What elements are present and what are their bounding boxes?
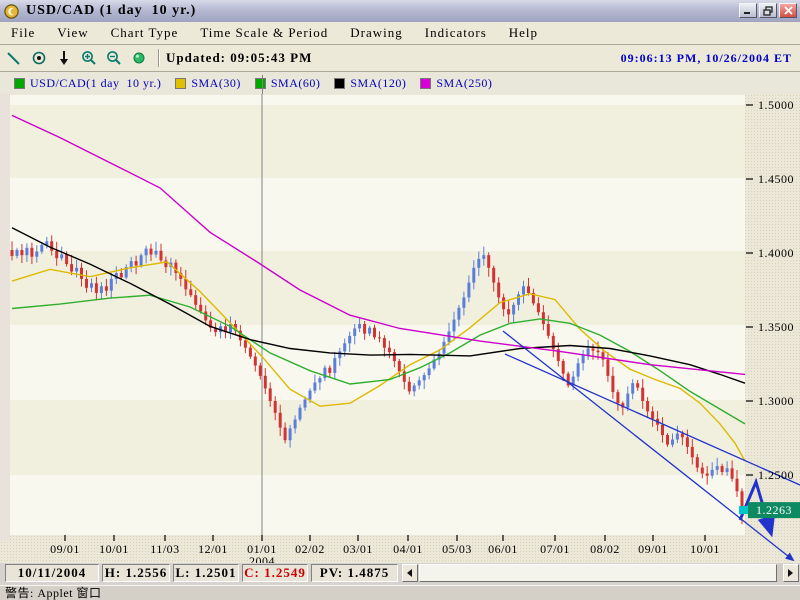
legend-item: SMA(30) — [175, 76, 241, 91]
line-tool-icon — [6, 50, 22, 66]
crosshair-icon — [31, 50, 47, 66]
legend-item: SMA(120) — [334, 76, 406, 91]
zoom-in-button[interactable] — [78, 49, 100, 67]
close-icon — [784, 6, 793, 15]
window-title: USD/CAD (1 day 10 yr.) — [26, 3, 196, 19]
legend-label: SMA(120) — [350, 76, 406, 91]
toolbar-separator — [158, 49, 160, 67]
svg-text:11/03: 11/03 — [150, 542, 179, 556]
svg-text:04/01: 04/01 — [393, 542, 423, 556]
menu-item-time-scale-period[interactable]: Time Scale & Period — [189, 25, 339, 41]
quote-date: 10/11/2004 — [5, 564, 99, 582]
menu-item-drawing[interactable]: Drawing — [339, 25, 414, 41]
svg-text:06/01: 06/01 — [488, 542, 518, 556]
legend-item: SMA(250) — [420, 76, 492, 91]
green-ball-icon — [133, 52, 145, 64]
legend-swatch — [175, 78, 186, 89]
app-window: { "window": { "title": "USD/CAD (1 day 1… — [0, 0, 800, 600]
menu-item-chart-type[interactable]: Chart Type — [100, 25, 190, 41]
quote-high: H: 1.2556 — [102, 564, 170, 582]
last-price-marker — [739, 506, 748, 514]
svg-text:1.3500: 1.3500 — [758, 320, 794, 334]
plot-background — [0, 94, 745, 541]
scroll-left-icon — [407, 569, 413, 577]
horizontal-scrollbar[interactable] — [402, 564, 799, 582]
server-clock: 09:06:13 PM, 10/26/2004 ET — [621, 51, 792, 66]
toolbar: Updated: 09:05:43 PM 09:06:13 PM, 10/26/… — [0, 45, 800, 72]
scroll-right-button[interactable] — [783, 564, 799, 582]
restore-button[interactable] — [759, 3, 777, 18]
quote-pv: PV: 1.4875 — [311, 564, 398, 582]
year-separator-line — [262, 75, 263, 94]
legend-swatch — [14, 78, 25, 89]
svg-text:1.3000: 1.3000 — [758, 394, 794, 408]
restore-icon — [763, 6, 774, 16]
quote-bar: 10/11/2004 H: 1.2556 L: 1.2501 C: 1.2549… — [0, 563, 800, 585]
quote-low: L: 1.2501 — [173, 564, 239, 582]
zoom-out-button[interactable] — [103, 49, 125, 67]
zoom-out-icon — [106, 50, 122, 66]
svg-text:1.5000: 1.5000 — [758, 98, 794, 112]
legend-label: SMA(250) — [436, 76, 492, 91]
scroll-right-icon — [788, 569, 794, 577]
svg-text:1.4500: 1.4500 — [758, 172, 794, 186]
minimize-icon — [743, 6, 753, 15]
close-button[interactable] — [779, 3, 797, 18]
scroll-left-button[interactable] — [402, 564, 418, 582]
svg-text:10/01: 10/01 — [99, 542, 129, 556]
chart-legend: USD/CAD(1 day 10 yr.) SMA(30) SMA(60) SMA(1… — [0, 72, 800, 94]
legend-swatch — [420, 78, 431, 89]
menu-item-indicators[interactable]: Indicators — [414, 25, 498, 41]
svg-text:07/01: 07/01 — [540, 542, 570, 556]
legend-swatch — [334, 78, 345, 89]
menu-item-view[interactable]: View — [46, 25, 99, 41]
svg-text:2004: 2004 — [249, 554, 275, 563]
svg-text:08/02: 08/02 — [590, 542, 620, 556]
window-controls — [739, 3, 797, 18]
app-coin-icon — [4, 4, 19, 19]
crosshair-tool-button[interactable] — [28, 49, 50, 67]
last-price-label: 1.2263 — [748, 502, 800, 518]
down-arrow-icon — [58, 50, 70, 66]
legend-swatch — [255, 78, 266, 89]
svg-text:12/01: 12/01 — [198, 542, 228, 556]
price-axis: 1.5000 1.4500 1.4000 1.3500 1.3000 1.2500 — [746, 98, 794, 482]
title-bar[interactable]: USD/CAD (1 day 10 yr.) — [0, 0, 800, 23]
menu-item-help[interactable]: Help — [498, 25, 549, 41]
quote-close: C: 1.2549 — [242, 564, 308, 582]
legend-label: SMA(30) — [191, 76, 241, 91]
menu-bar: FileViewChart TypeTime Scale & PeriodDra… — [0, 22, 800, 45]
svg-text:10/01: 10/01 — [690, 542, 720, 556]
svg-text:09/01: 09/01 — [638, 542, 668, 556]
green-ball-button[interactable] — [128, 49, 150, 67]
price-chart[interactable]: 1.5000 1.4500 1.4000 1.3500 1.3000 1.2500 09/0… — [0, 94, 800, 563]
legend-label: USD/CAD(1 day 10 yr.) — [30, 76, 161, 91]
legend-label: SMA(60) — [271, 76, 321, 91]
svg-text:1.2500: 1.2500 — [758, 468, 794, 482]
applet-status-bar: 警告: Applet 窗口 — [0, 585, 800, 600]
legend-item: SMA(60) — [255, 76, 321, 91]
svg-text:02/02: 02/02 — [295, 542, 325, 556]
scrollbar-thumb[interactable] — [419, 564, 777, 582]
date-axis: 09/0110/0111/0312/0101/01200402/0203/010… — [50, 535, 720, 563]
svg-text:03/01: 03/01 — [343, 542, 373, 556]
updated-timestamp: Updated: 09:05:43 PM — [166, 50, 312, 66]
svg-text:09/01: 09/01 — [50, 542, 80, 556]
minimize-button[interactable] — [739, 3, 757, 18]
svg-text:1.2263: 1.2263 — [756, 503, 792, 517]
down-arrow-tool-button[interactable] — [53, 49, 75, 67]
line-tool-button[interactable] — [3, 49, 25, 67]
legend-item: USD/CAD(1 day 10 yr.) — [14, 76, 161, 91]
zoom-in-icon — [81, 50, 97, 66]
svg-text:1.4000: 1.4000 — [758, 246, 794, 260]
menu-item-file[interactable]: File — [0, 25, 46, 41]
svg-text:05/03: 05/03 — [442, 542, 472, 556]
applet-warning-text: 警告: Applet 窗口 — [5, 586, 102, 600]
